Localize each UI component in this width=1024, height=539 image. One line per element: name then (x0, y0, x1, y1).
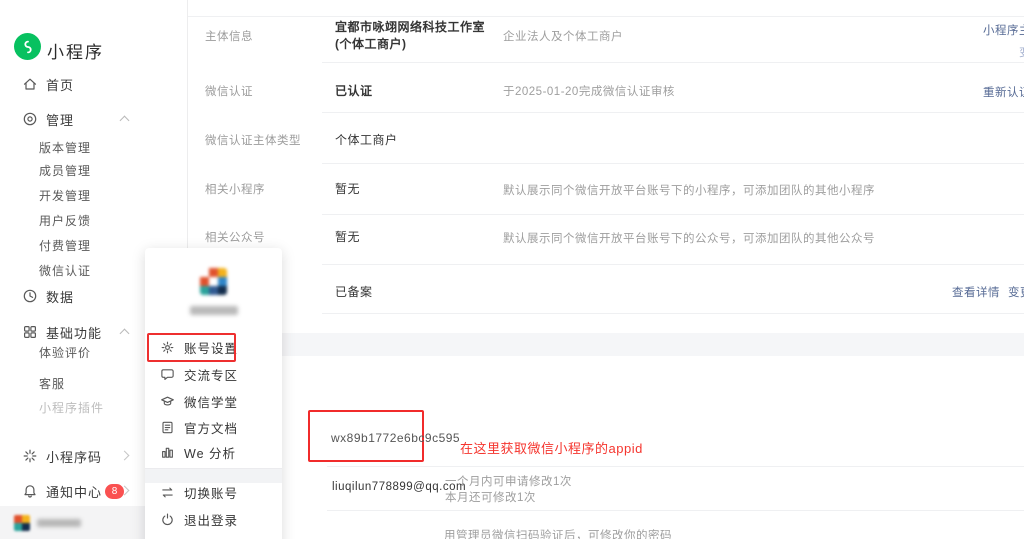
value-subject-name: 宜都市咏翊网络科技工作室(个体工商户) (335, 19, 487, 52)
menu-item-official-docs[interactable]: 官方文档 (145, 414, 282, 440)
value-related-oa-none: 暂无 (335, 228, 360, 245)
swap-arrows-icon (160, 485, 175, 500)
password-hint-clipped: 用管理员微信扫码验证后，可修改你的密码 (444, 527, 672, 539)
sidebar-item-version-manage[interactable]: 版本管理 (0, 135, 187, 159)
link-change-filing[interactable]: 变更 (1008, 284, 1024, 300)
row-divider (322, 112, 1024, 113)
document-icon (160, 420, 175, 435)
label-verify-subject-type: 微信认证主体类型 (205, 132, 301, 148)
chevron-up-icon (120, 116, 130, 126)
row-divider (322, 313, 1024, 314)
row-divider (322, 264, 1024, 265)
appid-annotation-text: 在这里获取微信小程序的appid (460, 438, 643, 457)
bar-chart-icon (160, 445, 175, 460)
menu-item-we-analytics[interactable]: We 分析 (145, 439, 282, 465)
app-title: 小程序 (47, 38, 104, 63)
value-individual-business: 个体工商户 (335, 131, 398, 148)
account-popup-menu: 账号设置 交流专区 微信学堂 官方文档 We 分析 切换账号 退出登录 (145, 248, 282, 539)
section-gap (188, 333, 1024, 356)
row-divider (327, 466, 1024, 467)
link-view-details[interactable]: 查看详情 (952, 284, 1000, 300)
bell-icon (22, 483, 38, 499)
graduation-cap-icon (160, 394, 175, 409)
account-avatar (14, 515, 30, 531)
chevron-up-icon (120, 329, 130, 339)
sidebar-item-manage[interactable]: 管理 (0, 106, 187, 132)
link-change-fragment[interactable]: 变更 (1019, 44, 1024, 60)
account-name-blurred (37, 519, 81, 527)
link-reverify[interactable]: 重新认证 (983, 84, 1024, 100)
value-verified: 已认证 (335, 82, 373, 99)
value-icp-filed: 已备案 (335, 283, 373, 300)
popup-account-name-blurred (190, 306, 238, 315)
link-change-subject[interactable]: 小程序主体变更 (983, 22, 1024, 38)
desc-verify-date: 于2025-01-20完成微信认证审核 (503, 83, 675, 99)
sidebar-item-member-manage[interactable]: 成员管理 (0, 158, 187, 182)
row-divider (322, 62, 1024, 63)
desc-subject-type: 企业法人及个体工商户 (503, 28, 623, 44)
email-rule-2: 本月还可修改1次 (445, 489, 536, 505)
desc-related-oa: 默认展示同个微信开放平台账号下的公众号，可添加团队的其他公众号 (503, 230, 875, 246)
menu-item-logout[interactable]: 退出登录 (145, 507, 282, 531)
email-rule-1: 一个月内可申请修改1次 (445, 473, 572, 489)
grid-icon (22, 324, 38, 340)
appid-value: wx89b1772e6bc9c595 (331, 431, 460, 445)
row-divider (322, 214, 1024, 215)
content-top-divider (187, 16, 1024, 17)
settings-highlight-box (147, 333, 236, 362)
sidebar-item-user-feedback[interactable]: 用户反馈 (0, 208, 187, 232)
chevron-right-icon (120, 451, 130, 461)
sidebar-item-dev-manage[interactable]: 开发管理 (0, 183, 187, 207)
desc-related-mp: 默认展示同个微信开放平台账号下的小程序，可添加团队的其他小程序 (503, 182, 875, 198)
wechat-miniprogram-console: 主体信息 宜都市咏翊网络科技工作室(个体工商户) 企业法人及个体工商户 小程序主… (0, 0, 1024, 539)
menu-item-switch-account[interactable]: 切换账号 (145, 480, 282, 504)
menu-item-forum[interactable]: 交流专区 (145, 361, 282, 387)
label-wechat-verify: 微信认证 (205, 83, 253, 99)
data-clock-icon (22, 288, 38, 304)
value-related-mp-none: 暂无 (335, 180, 360, 197)
power-icon (160, 512, 175, 527)
miniprogram-logo-icon (14, 33, 41, 60)
chat-bubble-icon (160, 367, 175, 382)
miniprogram-code-icon (22, 448, 38, 464)
menu-item-wechat-school[interactable]: 微信学堂 (145, 388, 282, 414)
label-related-miniprograms: 相关小程序 (205, 181, 265, 197)
row-divider (327, 510, 1024, 511)
home-icon (22, 76, 38, 92)
manage-icon (22, 111, 38, 127)
popup-avatar (200, 268, 227, 295)
sidebar-item-home[interactable]: 首页 (0, 71, 187, 97)
label-related-official-accounts: 相关公众号 (205, 229, 265, 245)
label-subject-info: 主体信息 (205, 28, 253, 44)
row-divider (322, 163, 1024, 164)
